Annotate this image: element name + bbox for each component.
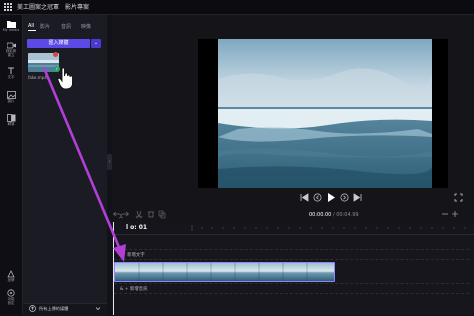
video-preview-image <box>218 39 432 188</box>
rail-label: My media <box>2 28 20 32</box>
tab-images[interactable]: 映像 <box>81 23 91 30</box>
tab-audio[interactable]: 音訊 <box>61 23 71 30</box>
track-divider <box>114 293 469 294</box>
project-title[interactable]: 美工圖案之冠軍 影片專案 <box>17 2 89 11</box>
upload-icon <box>29 305 36 312</box>
video-clip[interactable] <box>114 262 335 282</box>
track-divider <box>114 249 469 250</box>
rail-label: 轉場 <box>7 122 15 126</box>
text-icon <box>8 67 14 74</box>
forward-icon[interactable] <box>340 193 349 202</box>
playhead[interactable] <box>113 222 114 315</box>
skip-back-icon[interactable] <box>300 193 309 202</box>
timecode-current: 00:00.00 <box>309 212 332 218</box>
more-icon <box>7 289 15 297</box>
rewind-icon[interactable] <box>313 193 322 202</box>
media-filename: fake.mp4 <box>28 75 47 80</box>
duplicate-icon[interactable] <box>158 210 166 219</box>
zoom-in-icon[interactable] <box>452 211 458 217</box>
add-audio-track[interactable]: & + 新增音訊 <box>120 286 147 292</box>
redo-icon[interactable] <box>120 211 130 219</box>
zoom-controls[interactable] <box>440 209 470 219</box>
ruler-ticks <box>191 225 466 231</box>
transitions-icon <box>6 114 15 122</box>
skip-forward-icon[interactable] <box>353 193 362 202</box>
rail-item-transitions[interactable]: 轉場 <box>0 114 22 126</box>
image-icon <box>6 91 16 99</box>
play-icon[interactable] <box>326 192 336 203</box>
tab-all[interactable]: All <box>28 23 34 29</box>
timecode: 00:00.00 / 00:04.99 <box>309 212 359 218</box>
split-icon[interactable] <box>135 210 143 219</box>
media-panel: All 影片 音訊 映像 匯入媒體 ⌄ ✓ fake.mp4 <box>23 15 107 315</box>
rail-item-images[interactable]: 圖片 <box>0 91 22 103</box>
add-text-track[interactable]: + 新增文字 <box>122 252 145 258</box>
active-tab-indicator <box>28 30 36 31</box>
delete-icon[interactable] <box>148 211 154 218</box>
rail-label: 錄影與 建立 <box>5 49 17 57</box>
camera-icon <box>6 42 16 49</box>
chevron-down-icon[interactable] <box>95 306 101 311</box>
tab-video[interactable]: 影片 <box>40 23 50 30</box>
timeline-toolbar <box>112 210 166 219</box>
fullscreen-icon[interactable] <box>454 193 463 202</box>
media-status-badge <box>53 52 58 57</box>
rail-label: 圖片 <box>7 99 15 103</box>
left-rail: My media 錄影與 建立 文字 圖片 轉場 品牌 功能 設定 <box>0 15 23 315</box>
import-dropdown-button[interactable]: ⌄ <box>91 39 101 48</box>
ruler-time-label: l o: 01 <box>126 224 148 231</box>
rail-item-brand[interactable]: 品牌 <box>0 270 22 282</box>
rail-label: 品牌 <box>7 278 15 282</box>
uploaded-media-label: 所有上傳的媒體 <box>39 306 69 311</box>
folder-icon <box>6 21 16 28</box>
undo-icon[interactable] <box>112 211 122 219</box>
brand-kit-icon <box>7 270 15 278</box>
app-grid-icon[interactable] <box>4 3 12 11</box>
timecode-total: / 00:04.99 <box>331 212 359 218</box>
track-divider <box>114 283 469 284</box>
rail-item-my-media[interactable]: My media <box>0 20 22 32</box>
track-divider <box>114 259 469 260</box>
import-media-button[interactable]: 匯入媒體 <box>27 39 90 48</box>
check-icon: ✓ <box>54 66 60 72</box>
rail-label: 功能 設定 <box>7 297 15 305</box>
rail-label: 文字 <box>7 75 15 79</box>
rail-item-record[interactable]: 錄影與 建立 <box>0 42 22 57</box>
rail-item-more[interactable]: 功能 設定 <box>0 289 22 305</box>
rail-item-text[interactable]: 文字 <box>0 67 22 79</box>
